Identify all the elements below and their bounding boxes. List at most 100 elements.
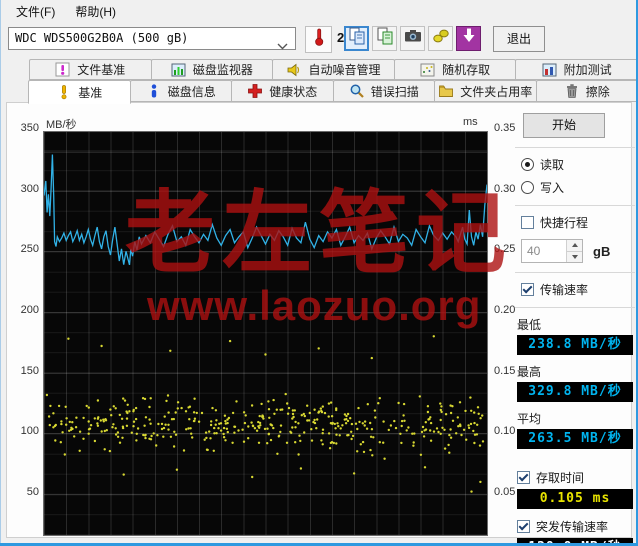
left-axis-tick: 350 (20, 121, 39, 134)
screenshot-camera-button[interactable] (400, 26, 425, 51)
start-button[interactable]: 开始 (523, 113, 605, 138)
tab-label: 擦除 (585, 84, 610, 99)
benchmark-plot (43, 131, 488, 536)
menu-help[interactable]: 帮助(H) (67, 1, 124, 22)
copy-screenshot-clipboard-button[interactable] (344, 26, 369, 51)
write-radio-label: 写入 (540, 181, 565, 195)
read-radio-row[interactable]: 读取 (521, 156, 637, 173)
tab-benchmark[interactable]: 基准 (28, 80, 131, 104)
bar-chart-icon (171, 62, 187, 78)
tab-label: 附加测试 (563, 63, 612, 77)
tab-error-scan[interactable]: 错误扫描 (332, 80, 435, 102)
spinner-down-button[interactable] (567, 250, 582, 262)
burst-rate-row[interactable]: 突发传输速率 (517, 518, 637, 535)
right-axis-unit-label: ms (463, 116, 478, 128)
max-value-display: 329.8 MB/秒 (517, 382, 633, 402)
tab-disk-monitor[interactable]: 磁盘监视器 (150, 59, 274, 80)
short-stroke-row[interactable]: 快捷行程 (521, 214, 637, 231)
write-radio-row[interactable]: 写入 (521, 179, 637, 196)
trash-icon (564, 83, 580, 99)
access-time-label: 存取时间 (536, 471, 585, 485)
tab-label: 文件基准 (77, 63, 126, 77)
tab-label: 错误扫描 (370, 84, 419, 99)
drive-select-dropdown[interactable]: WDC WDS500G2B0A (500 gB) (8, 27, 296, 50)
access-time-display: 0.105 ms (517, 489, 633, 509)
write-radio[interactable] (521, 181, 534, 194)
hdtune-window: 文件(F) 帮助(H) WDC WDS500G2B0A (500 gB) 25℃ (0, 0, 638, 546)
tab-label: 健康状态 (269, 84, 318, 99)
left-axis-unit-label: MB/秒 (46, 119, 77, 131)
divider (515, 147, 635, 148)
min-value-display: 238.8 MB/秒 (517, 335, 633, 355)
tab-random-access[interactable]: 随机存取 (393, 59, 517, 80)
toolbar: WDC WDS500G2B0A (500 gB) 25℃ (0, 22, 638, 58)
short-stroke-size-value[interactable]: 40 (522, 240, 566, 262)
temperature-button[interactable] (305, 26, 332, 53)
benchmark-plot-svg (44, 154, 487, 493)
tab-file-benchmark[interactable]: 文件基准 (29, 59, 152, 80)
short-stroke-checkbox[interactable] (521, 216, 534, 229)
max-label: 最高 (517, 365, 542, 379)
transfer-rate-row[interactable]: 传输速率 (521, 281, 637, 298)
compare-button[interactable] (428, 26, 453, 51)
avg-value-display: 263.5 MB/秒 (517, 429, 633, 449)
tab-label: 磁盘信息 (167, 84, 216, 99)
left-axis-tick: 300 (20, 182, 39, 195)
tab-health[interactable]: 健康状态 (231, 80, 334, 102)
transfer-rate-label: 传输速率 (540, 283, 589, 297)
tab-automatic-acoustic-management[interactable]: 自动噪音管理 (272, 59, 395, 80)
short-stroke-size-spinner[interactable]: 40 (521, 239, 583, 263)
benchmark-pane: MB/秒 ms 老左笔记 www.laozuo.org 350 300 250 200… (6, 102, 635, 546)
divider (515, 307, 635, 308)
thermometer-icon (309, 27, 329, 52)
down-arrow-icon (459, 26, 479, 51)
tab-label: 文件夹占用率 (460, 84, 533, 99)
file-benchmark-icon (55, 62, 71, 78)
left-axis-tick: 100 (20, 425, 39, 438)
access-time-row[interactable]: 存取时间 (517, 469, 637, 486)
save-screenshot-file-button[interactable] (372, 26, 397, 51)
tab-label: 随机存取 (442, 63, 491, 77)
tab-label: 基准 (78, 85, 103, 100)
read-radio-label: 读取 (540, 158, 565, 172)
tab-disk-info[interactable]: 磁盘信息 (129, 80, 232, 102)
menu-file[interactable]: 文件(F) (8, 1, 63, 22)
spinner-up-button[interactable] (567, 240, 582, 251)
folder-icon (438, 83, 454, 99)
read-radio[interactable] (521, 158, 534, 171)
divider (515, 272, 635, 273)
exclamation-icon (56, 84, 72, 100)
drive-select-value: WDC WDS500G2B0A (500 gB) (15, 31, 189, 45)
tab-folder-usage[interactable]: 文件夹占用率 (434, 80, 537, 102)
copy-pages-icon (347, 26, 367, 51)
scatter-plot-icon (420, 62, 436, 78)
download-button[interactable] (456, 26, 481, 51)
left-axis-tick: 50 (26, 485, 39, 498)
access-time-checkbox[interactable] (517, 471, 530, 484)
control-panel: 开始 读取 写入 快捷行程 40 gB 传输速率 最低 238.8 MB/秒 最… (513, 109, 637, 546)
left-axis-tick: 150 (20, 364, 39, 377)
divider (515, 205, 635, 206)
burst-rate-checkbox[interactable] (517, 520, 530, 533)
tab-label: 自动噪音管理 (308, 63, 381, 77)
info-icon (146, 83, 162, 99)
transfer-rate-checkbox[interactable] (521, 283, 534, 296)
yellow-rings-icon (431, 26, 451, 51)
red-cross-icon (247, 83, 263, 99)
tab-erase[interactable]: 擦除 (535, 80, 638, 102)
speaker-icon (286, 62, 302, 78)
exit-button[interactable]: 退出 (493, 26, 545, 52)
tab-row-bottom: 基准 磁盘信息 健康状态 错误扫描 文件夹占用率 擦除 (28, 80, 638, 104)
chevron-down-icon (277, 36, 288, 57)
copy-pages-green-icon (375, 26, 395, 51)
left-axis-tick: 200 (20, 303, 39, 316)
magnifier-icon (349, 83, 365, 99)
burst-rate-label: 突发传输速率 (536, 520, 609, 534)
min-label: 最低 (517, 318, 542, 332)
short-stroke-size-row: 40 gB (521, 239, 637, 263)
extra-tests-chart-icon (542, 62, 558, 78)
up-arrow-icon (571, 243, 578, 248)
tab-extra-tests[interactable]: 附加测试 (515, 59, 638, 80)
left-axis-tick: 250 (20, 243, 39, 256)
